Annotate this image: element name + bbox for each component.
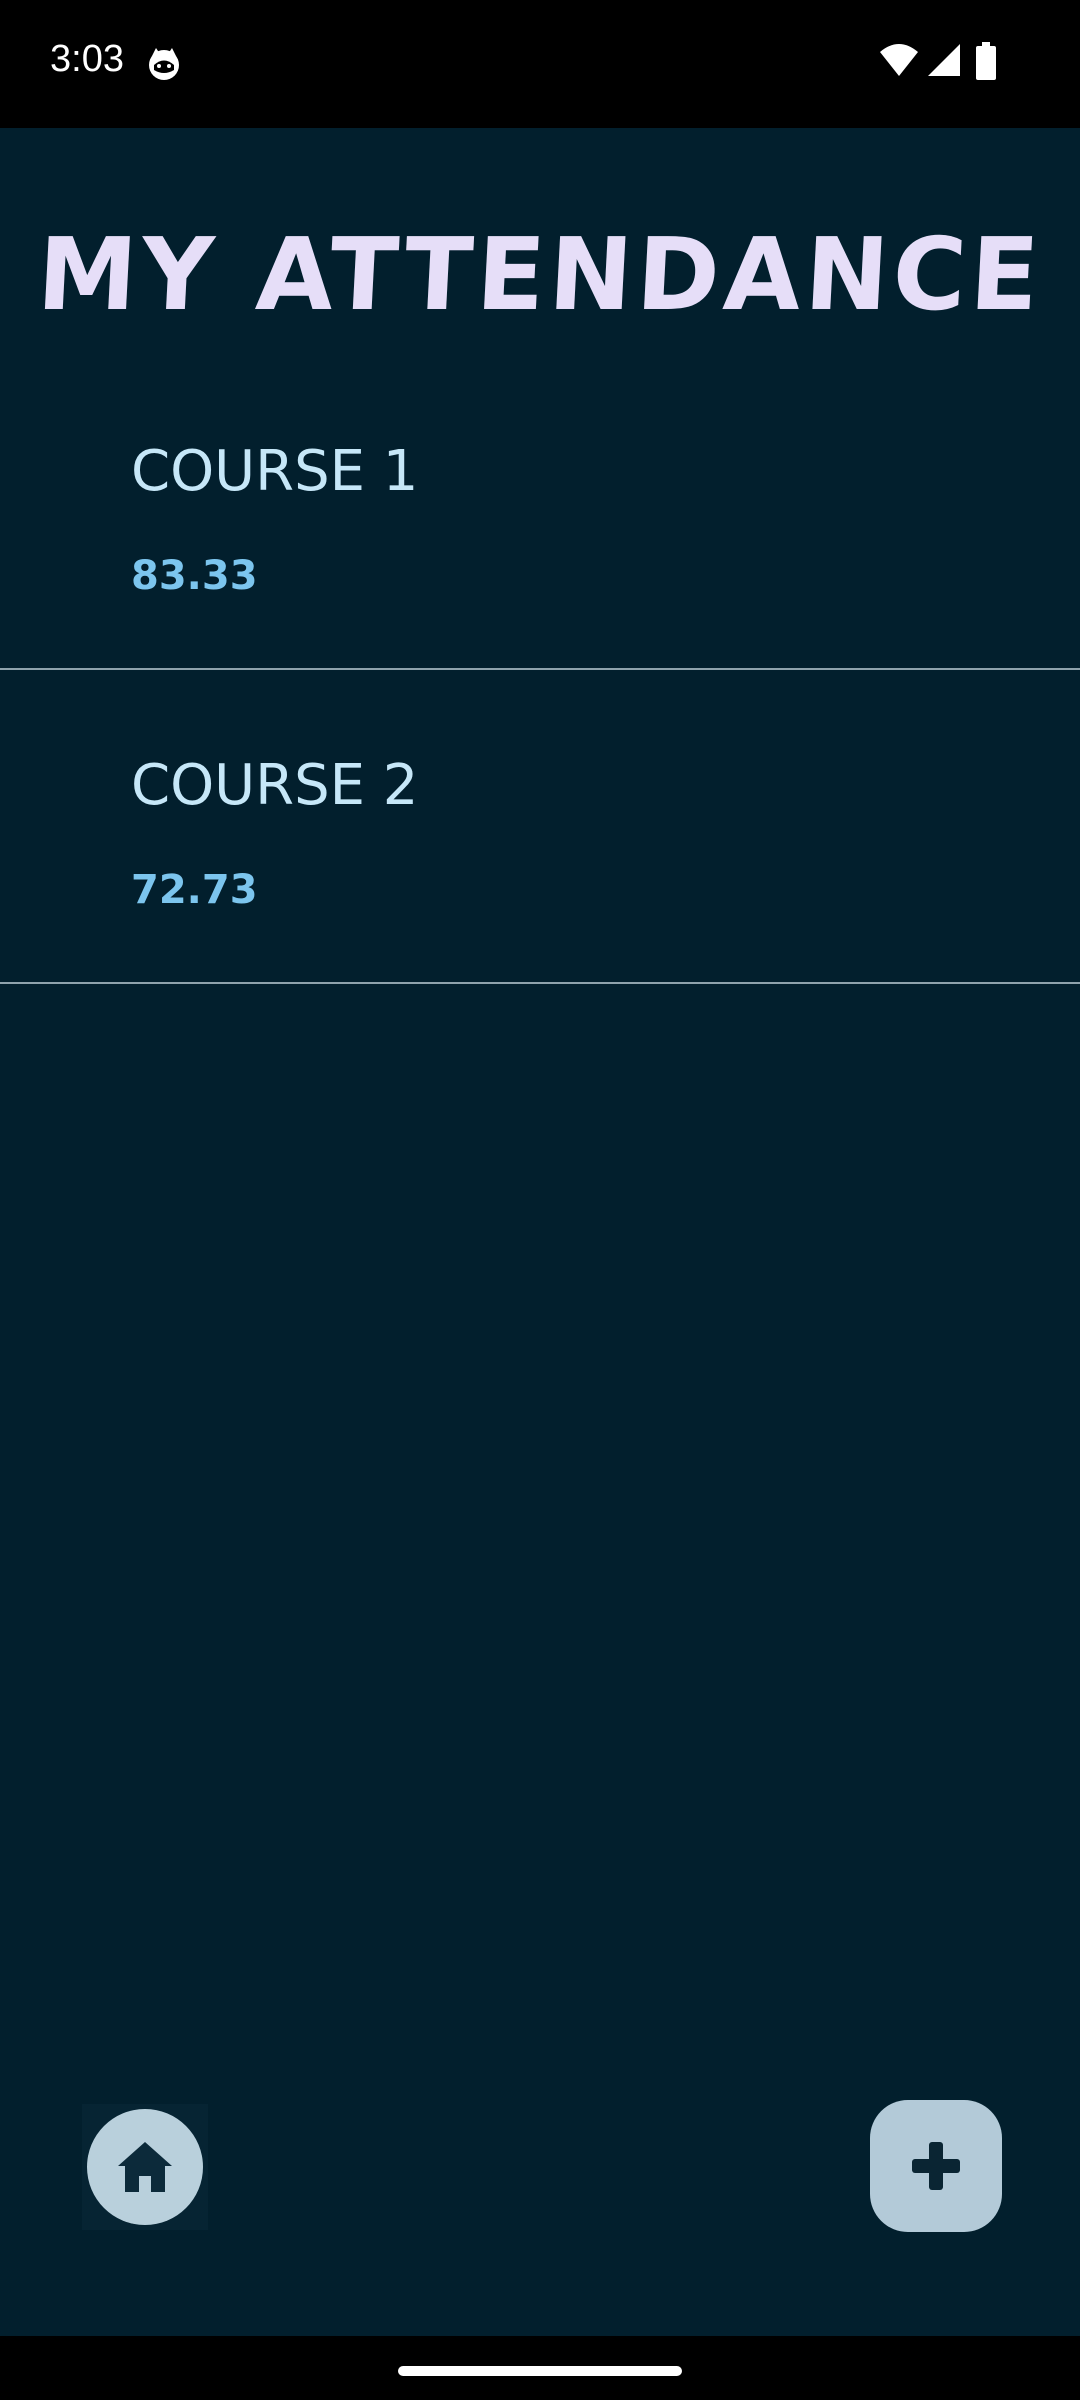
status-bar: 3:03 xyxy=(0,0,1080,128)
wifi-icon xyxy=(880,44,918,76)
course-item[interactable]: COURSE 1 83.33 xyxy=(0,356,1080,670)
battery-icon xyxy=(976,42,996,80)
home-button[interactable] xyxy=(82,2104,208,2230)
status-icons xyxy=(878,42,1008,84)
gesture-nav-bar xyxy=(0,2336,1080,2400)
plus-icon xyxy=(912,2142,960,2190)
course-attendance-percentage: 83.33 xyxy=(131,553,258,599)
attendance-screen: 3:03 MY ATTENDANCE COURSE 1 83.33 COURSE… xyxy=(0,0,1080,2400)
status-time: 3:03 xyxy=(50,38,124,80)
cat-face-icon xyxy=(146,46,182,82)
home-gesture-handle[interactable] xyxy=(398,2366,682,2376)
page-title: MY ATTENDANCE xyxy=(34,216,1046,333)
course-list: COURSE 1 83.33 COURSE 2 72.73 xyxy=(0,356,1080,984)
course-name: COURSE 1 xyxy=(131,439,419,504)
course-item[interactable]: COURSE 2 72.73 xyxy=(0,670,1080,984)
course-name: COURSE 2 xyxy=(131,753,419,818)
home-icon xyxy=(118,2142,172,2192)
add-course-button[interactable] xyxy=(870,2100,1002,2232)
cellular-signal-icon xyxy=(928,44,960,76)
course-attendance-percentage: 72.73 xyxy=(131,867,258,913)
